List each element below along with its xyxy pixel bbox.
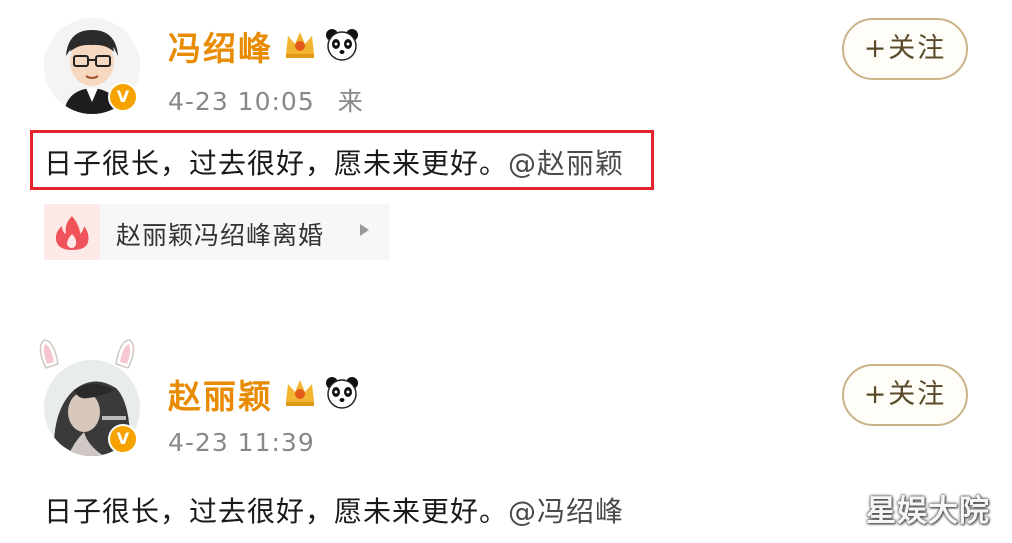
follow-button[interactable]: +关注 — [842, 18, 968, 80]
post-body: 日子很长，过去很好，愿未来更好。 — [44, 495, 509, 528]
fire-icon — [44, 204, 100, 260]
follow-button[interactable]: +关注 — [842, 364, 968, 426]
mention-link[interactable]: @冯绍峰 — [508, 495, 624, 528]
verified-badge-icon: V — [108, 424, 138, 454]
crown-icon — [286, 32, 314, 58]
triangle-right-icon — [360, 224, 369, 236]
panda-icon — [326, 377, 358, 409]
avatar-1[interactable]: V — [44, 18, 140, 114]
source-text: 来 — [337, 87, 364, 116]
post-text: 日子很长，过去很好，愿未来更好。@冯绍峰 — [44, 490, 624, 530]
post-timestamp: 4-23 10:05 来 — [168, 82, 364, 118]
verified-badge-icon: V — [108, 82, 138, 112]
topic-card[interactable]: 赵丽颖冯绍峰离婚 — [44, 204, 390, 260]
highlight-box — [30, 130, 654, 190]
avatar-2[interactable]: V — [39, 339, 140, 456]
crown-icon — [286, 380, 314, 406]
weibo-post-2: V 赵丽颖 4-23 11:39 +关注 日子很长，过去很好，愿未来更好。@冯绍… — [0, 339, 1012, 540]
weibo-post-1: V 冯绍峰 4-23 10:05 来 +关注 日子很长，过去很好，愿未来更好。@… — [0, 0, 1012, 280]
watermark: 星娱大院 — [866, 494, 990, 529]
username[interactable]: 赵丽颖 — [168, 370, 273, 418]
panda-icon — [326, 29, 358, 61]
post-timestamp: 4-23 11:39 — [168, 428, 315, 457]
topic-label: 赵丽颖冯绍峰离婚 — [116, 221, 325, 250]
timestamp-text: 4-23 10:05 — [168, 87, 315, 116]
username[interactable]: 冯绍峰 — [168, 22, 273, 70]
